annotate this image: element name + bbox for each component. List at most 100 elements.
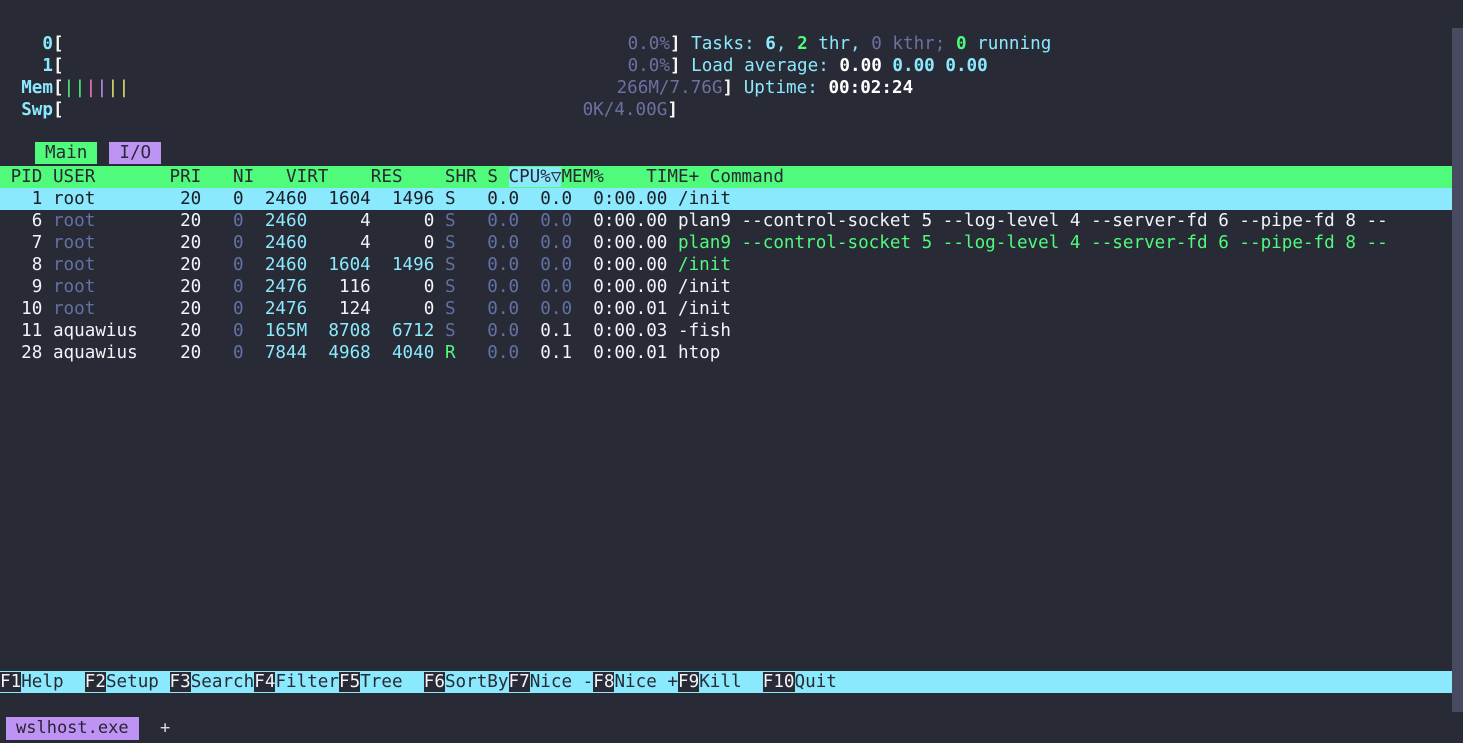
sp [254, 167, 265, 187]
mem-bracket-open: [ [52, 78, 64, 98]
tab-io[interactable]: I/O [109, 142, 162, 164]
cell-virt: 2460 [243, 189, 308, 209]
sp [967, 34, 978, 54]
running-count: 0 [955, 34, 967, 54]
column-header-time[interactable]: TIME+ [625, 167, 699, 187]
function-key-f4[interactable]: F4 [254, 672, 276, 692]
tab-main[interactable]: Main [35, 142, 98, 164]
function-key-f10[interactable]: F10 [762, 672, 795, 692]
function-key-f9[interactable]: F9 [678, 672, 700, 692]
swp-value: 0K/4.00G [582, 100, 668, 120]
table-row[interactable]: 1 root 20 0 2460 1604 1496 S 0.0 0.0 0:0… [0, 188, 1452, 210]
function-label-setup[interactable]: Setup [105, 672, 170, 692]
sp [434, 233, 445, 253]
table-row[interactable]: 9 root 20 0 2476 116 0 S 0.0 0.0 0:00.00… [0, 276, 1452, 298]
cell-ni: 0 [201, 211, 244, 231]
table-row[interactable]: 8 root 20 0 2460 1604 1496 S 0.0 0.0 0:0… [0, 254, 1452, 276]
table-row[interactable]: 6 root 20 0 2460 4 0 S 0.0 0.0 0:00.00 p… [0, 210, 1452, 232]
cell-user: root [52, 233, 170, 253]
function-label-quit[interactable]: Quit [794, 672, 859, 692]
function-key-f7[interactable]: F7 [508, 672, 530, 692]
column-header-res[interactable]: RES [339, 167, 403, 187]
cell-shr: 0 [370, 233, 435, 253]
function-key-f3[interactable]: F3 [169, 672, 191, 692]
threads-label: thr [818, 34, 851, 54]
cell-user: root [52, 299, 170, 319]
column-header-mem[interactable]: MEM% [561, 167, 603, 187]
column-header-virt[interactable]: VIRT [265, 167, 328, 187]
cell-mem: 0.0 [519, 211, 573, 231]
cpu-meter-row-0: 0[0.0%] Tasks: 6, 2 thr, 0 kthr; 0 runni… [0, 33, 1452, 55]
sp [477, 167, 488, 187]
taskbar-tab-wslhost[interactable]: wslhost.exe [6, 717, 139, 740]
cell-ni: 0 [201, 189, 244, 209]
table-row[interactable]: 11 aquawius 20 0 165M 8708 6712 S 0.0 0.… [0, 320, 1452, 342]
cell-state: R [444, 343, 456, 363]
sp [434, 255, 445, 275]
mem-bar-tick: | [96, 78, 108, 98]
function-label-search[interactable]: Search [190, 672, 255, 692]
cell-state: S [444, 321, 456, 341]
sp [755, 34, 766, 54]
vertical-scrollbar[interactable] [1452, 28, 1463, 712]
function-key-f2[interactable]: F2 [84, 672, 106, 692]
function-label-nice[interactable]: Nice + [614, 672, 678, 692]
sp [818, 78, 829, 98]
tasks-count: 6 [765, 34, 776, 54]
function-key-f1[interactable]: F1 [0, 672, 22, 692]
table-row[interactable]: 10 root 20 0 2476 124 0 S 0.0 0.0 0:00.0… [0, 298, 1452, 320]
cell-time: 0:00.00 [572, 211, 668, 231]
sp [201, 167, 212, 187]
table-row[interactable]: 28 aquawius 20 0 7844 4968 4040 R 0.0 0.… [0, 342, 1452, 364]
cell-virt: 2460 [243, 233, 308, 253]
cell-state: S [444, 277, 456, 297]
cell-pid: 6 [0, 211, 43, 231]
column-header-pri[interactable]: PRI [170, 167, 202, 187]
sp [829, 56, 840, 76]
column-header-shr[interactable]: SHR [413, 167, 477, 187]
cell-command: /init [678, 189, 731, 209]
column-header-cpu[interactable]: CPU%▽ [508, 167, 562, 187]
cpu1-label: 1 [42, 56, 53, 76]
cell-pid: 8 [0, 255, 43, 275]
cell-time: 0:00.01 [572, 343, 668, 363]
cpu0-bracket-close: ] [669, 34, 681, 54]
function-key-f8[interactable]: F8 [593, 672, 615, 692]
function-label-filter[interactable]: Filter [275, 672, 339, 692]
table-row[interactable]: 7 root 20 0 2460 4 0 S 0.0 0.0 0:00.00 p… [0, 232, 1452, 254]
sp [699, 167, 710, 187]
mem-bar-tick: | [74, 78, 86, 98]
mem-bracket-close: ] [722, 78, 734, 98]
column-header-ni[interactable]: NI [212, 167, 254, 187]
cell-ni: 0 [201, 233, 244, 253]
cell-ni: 0 [201, 321, 244, 341]
uptime-value: 00:02:24 [828, 78, 914, 98]
cell-pri: 20 [169, 211, 202, 231]
column-header-command[interactable]: Command [710, 167, 784, 187]
threads-comma: , [850, 34, 861, 54]
cell-pid: 1 [0, 189, 43, 209]
function-key-f5[interactable]: F5 [339, 672, 361, 692]
column-header-user[interactable]: USER [53, 167, 138, 187]
cell-res: 1604 [307, 255, 371, 275]
function-label-nice[interactable]: Nice - [529, 672, 594, 692]
function-label-kill[interactable]: Kill [699, 672, 763, 692]
sp [667, 343, 678, 363]
cell-state: S [444, 211, 456, 231]
sp [667, 255, 678, 275]
new-tab-button[interactable]: + [152, 717, 178, 740]
function-label-help[interactable]: Help [21, 672, 85, 692]
sp [667, 299, 678, 319]
column-header-pid[interactable]: PID [0, 167, 43, 187]
cpu0-spacer [0, 34, 42, 54]
function-key-f6[interactable]: F6 [423, 672, 445, 692]
cell-res: 4 [307, 211, 371, 231]
function-label-tree[interactable]: Tree [360, 672, 424, 692]
cell-pri: 20 [169, 233, 202, 253]
column-header-state[interactable]: S [487, 167, 498, 187]
cell-command: /init [678, 255, 731, 275]
function-label-sortby[interactable]: SortBy [444, 672, 509, 692]
cell-time: 0:00.00 [572, 233, 668, 253]
screen-tabs: Main I/O [0, 142, 162, 166]
